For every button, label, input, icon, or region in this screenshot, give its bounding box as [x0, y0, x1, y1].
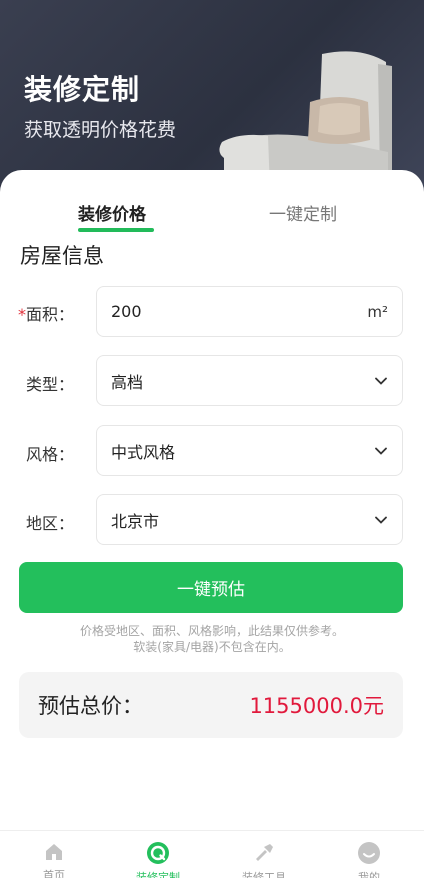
area-label: *面积： [17, 305, 74, 324]
chevron-down-icon [375, 447, 387, 455]
custom-icon [147, 842, 169, 864]
region-value: 北京市 [111, 511, 160, 531]
disclaimer-note: 价格受地区、面积、风格影响，此结果仅供参考。 [79, 624, 344, 638]
style-value: 中式风格 [111, 442, 176, 462]
region-select[interactable]: 北京市 [96, 494, 403, 545]
area-unit: m² [367, 302, 388, 321]
type-select[interactable]: 高档 [96, 355, 403, 406]
required-mark: * [17, 305, 26, 324]
area-input[interactable]: 200 m² [96, 286, 403, 337]
total-price-value: 1155000.0元 [249, 694, 384, 718]
tab-one-click-custom[interactable]: 一键定制 [269, 200, 337, 225]
nav-profile-label: 我的 [358, 871, 380, 878]
region-label: 地区： [25, 514, 74, 533]
style-select[interactable]: 中式风格 [96, 425, 403, 476]
nav-tools-label: 装修工具 [242, 871, 286, 878]
type-value: 高档 [111, 372, 144, 392]
tab-decoration-price[interactable]: 装修价格 [78, 200, 146, 225]
chevron-down-icon [375, 516, 387, 524]
nav-tools[interactable]: 装修工具 [234, 841, 294, 878]
bottom-nav: 首页 装修定制 装修工具 我的 [0, 830, 424, 878]
total-price-label: 预估总价： [38, 694, 143, 718]
tools-icon [256, 844, 273, 861]
style-label: 风格： [25, 445, 74, 464]
nav-custom-label: 装修定制 [136, 871, 180, 878]
hero-subtitle: 获取透明价格花费 [24, 119, 177, 141]
profile-icon [358, 842, 380, 864]
home-icon [46, 844, 62, 860]
type-label: 类型： [25, 375, 74, 394]
total-price-box: 预估总价： 1155000.0元 [19, 672, 403, 738]
section-title: 房屋信息 [20, 244, 104, 268]
hero-title: 装修定制 [24, 73, 141, 106]
estimate-button[interactable]: 一键预估 [19, 562, 403, 613]
chevron-down-icon [375, 377, 387, 385]
area-value: 200 [111, 302, 142, 321]
nav-custom[interactable]: 装修定制 [128, 841, 188, 878]
nav-home-label: 首页 [43, 869, 65, 878]
form-card: 装修价格 一键定制 房屋信息 *面积： 200 m² 类型： 高档 风格： 中式… [0, 170, 424, 840]
nav-home[interactable]: 首页 [24, 841, 84, 878]
nav-profile[interactable]: 我的 [339, 841, 399, 878]
soft-furnishing-note: 软装(家具/电器)不包含在内。 [133, 640, 291, 654]
active-tab-indicator [78, 228, 154, 232]
